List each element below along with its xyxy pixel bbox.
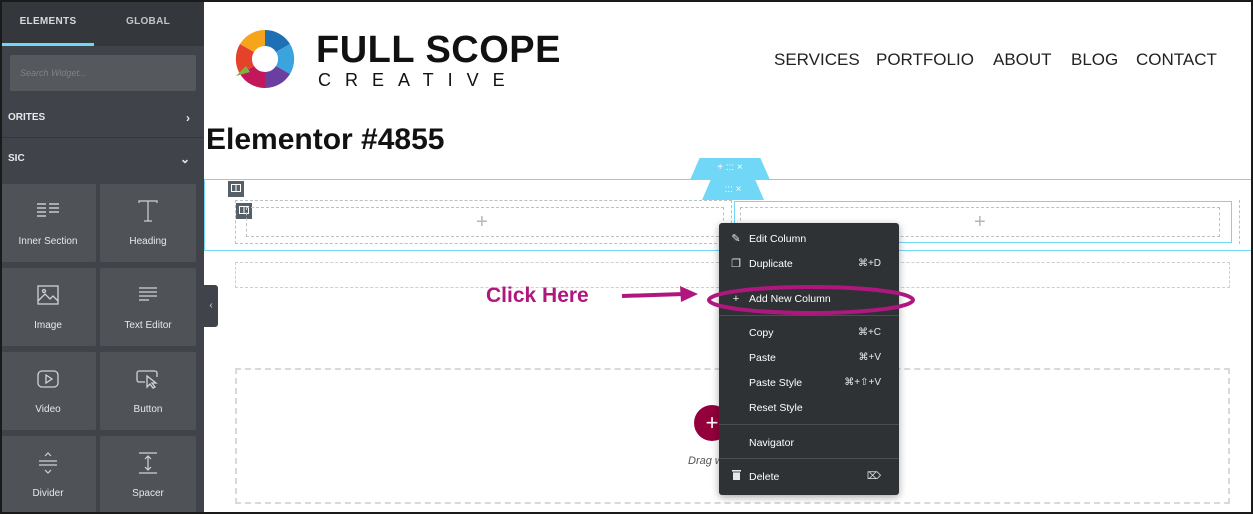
text-editor-icon: [100, 282, 196, 308]
menu-item-label: Navigator: [749, 437, 794, 449]
menu-separator: [719, 458, 899, 459]
nav-link-about[interactable]: ABOUT: [993, 50, 1052, 70]
menu-item-label: Delete: [749, 471, 780, 483]
inner-section-icon: [2, 198, 96, 224]
chevron-right-icon: ›: [186, 111, 190, 125]
menu-item-reset-style[interactable]: Reset Style: [719, 397, 899, 419]
widget-divider[interactable]: Divider: [2, 436, 96, 512]
widget-label: Image: [34, 320, 62, 331]
logo-wordmark: FULL SCOPE: [316, 29, 561, 71]
elementor-sidebar: ELEMENTS GLOBAL Search Widget... ORITES …: [2, 2, 204, 512]
widget-label: Spacer: [132, 488, 164, 499]
widget-label: Inner Section: [18, 236, 78, 247]
menu-item-shortcut: ⌘+⇧+V: [844, 377, 881, 388]
delete-key-icon: ⌦: [866, 471, 881, 482]
page-title: Elementor #4855: [206, 123, 445, 156]
screenshot-frame: ELEMENTS GLOBAL Search Widget... ORITES …: [0, 0, 1253, 514]
spacer-icon: [100, 450, 196, 476]
widget-label: Divider: [32, 488, 64, 499]
section-handle[interactable]: + ::: ×: [690, 158, 770, 180]
menu-item-shortcut: ⌘+C: [857, 327, 881, 338]
menu-item-shortcut: ⌘+D: [857, 258, 881, 269]
menu-item-delete[interactable]: Delete ⌦: [719, 466, 899, 488]
column-handle[interactable]: ::: ×: [702, 180, 764, 200]
heading-icon: [100, 198, 196, 224]
menu-item-label: Copy: [749, 327, 774, 339]
video-icon: [2, 366, 96, 392]
nav-link-blog[interactable]: BLOG: [1071, 50, 1118, 70]
widget-label: Button: [133, 404, 163, 415]
column-edge: [1239, 200, 1240, 244]
callout-arrow-icon: [621, 286, 698, 302]
search-widget-input[interactable]: Search Widget...: [10, 55, 196, 91]
widget-button[interactable]: Button: [100, 352, 196, 430]
button-icon: [100, 366, 196, 392]
section-edit-handle[interactable]: [228, 181, 244, 197]
add-widget-plus-icon[interactable]: +: [974, 212, 986, 232]
menu-item-navigator[interactable]: Navigator: [719, 432, 899, 454]
widget-heading[interactable]: Heading: [100, 184, 196, 262]
tab-elements[interactable]: ELEMENTS: [2, 2, 94, 46]
menu-separator: [719, 424, 899, 425]
click-here-callout: Click Here: [486, 284, 589, 307]
menu-item-copy[interactable]: Copy ⌘+C: [719, 322, 899, 344]
duplicate-icon: ❐: [731, 258, 741, 270]
menu-item-label: Paste Style: [749, 377, 803, 389]
menu-item-label: Duplicate: [749, 258, 793, 270]
drag-widget-hint: Drag w: [688, 455, 723, 467]
image-icon: [2, 282, 96, 308]
logo-mark: [232, 26, 298, 92]
menu-item-label: Reset Style: [749, 402, 803, 414]
widget-inner-section[interactable]: Inner Section: [2, 184, 96, 262]
menu-item-label: Paste: [749, 352, 776, 364]
divider-icon: [2, 450, 96, 476]
widget-spacer[interactable]: Spacer: [100, 436, 196, 512]
nav-link-portfolio[interactable]: PORTFOLIO: [876, 50, 974, 70]
nav-link-contact[interactable]: CONTACT: [1136, 50, 1217, 70]
menu-item-paste[interactable]: Paste ⌘+V: [719, 347, 899, 369]
logo-tagline: CREATIVE: [318, 70, 519, 90]
nav-link-services[interactable]: SERVICES: [774, 50, 860, 70]
menu-item-shortcut: ⌘+V: [858, 352, 881, 363]
category-favorites[interactable]: ORITES ›: [2, 98, 204, 138]
category-label: SIC: [8, 153, 25, 164]
context-menu: ✎ Edit Column ❐ Duplicate ⌘+D + Add New …: [719, 223, 899, 495]
widget-label: Text Editor: [124, 320, 172, 331]
highlight-ring: [707, 285, 915, 315]
menu-item-duplicate[interactable]: ❐ Duplicate ⌘+D: [719, 253, 899, 275]
tab-global[interactable]: GLOBAL: [98, 2, 198, 46]
sidebar-collapse-button[interactable]: ‹: [204, 285, 218, 327]
sidebar-tabs: ELEMENTS GLOBAL: [2, 2, 204, 46]
category-basic[interactable]: SIC ⌄: [2, 139, 204, 179]
widget-video[interactable]: Video: [2, 352, 96, 430]
menu-item-paste-style[interactable]: Paste Style ⌘+⇧+V: [719, 372, 899, 394]
widget-image[interactable]: Image: [2, 268, 96, 346]
chevron-down-icon: ⌄: [179, 152, 190, 166]
pencil-icon: ✎: [731, 233, 741, 245]
trash-icon: [729, 466, 743, 488]
add-widget-plus-icon[interactable]: +: [476, 212, 488, 232]
menu-item-edit-column[interactable]: ✎ Edit Column: [719, 228, 899, 250]
widget-label: Video: [35, 404, 61, 415]
menu-item-label: Edit Column: [749, 233, 807, 245]
widget-text-editor[interactable]: Text Editor: [100, 268, 196, 346]
category-label: ORITES: [8, 112, 46, 123]
widget-label: Heading: [129, 236, 167, 247]
